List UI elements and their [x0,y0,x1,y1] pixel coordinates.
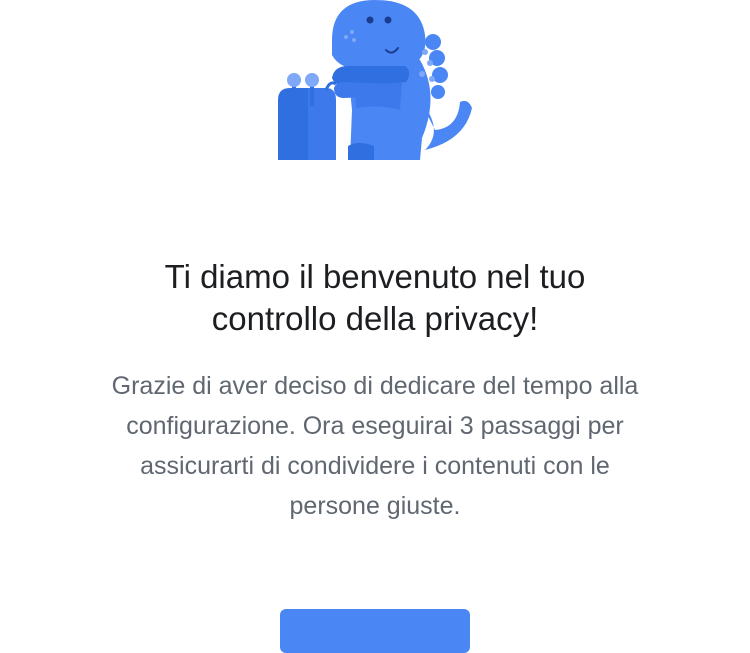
description-line: persone giuste. [289,492,461,520]
continue-button[interactable] [280,609,470,653]
welcome-title: Ti diamo il benvenuto nel tuo controllo … [0,256,750,340]
dinosaur-icon [278,0,472,160]
welcome-title-line: Ti diamo il benvenuto nel tuo [164,258,586,295]
privacy-dinosaur-illustration [270,0,480,165]
welcome-title-line: controllo della privacy! [211,300,539,337]
welcome-description: Grazie di aver deciso di dedicare del te… [0,366,750,526]
description-line: assicurarti di condividere i contenuti c… [140,452,610,480]
description-line: Grazie di aver deciso di dedicare del te… [111,372,639,400]
description-line: configurazione. Ora eseguirai 3 passaggi… [126,412,624,440]
